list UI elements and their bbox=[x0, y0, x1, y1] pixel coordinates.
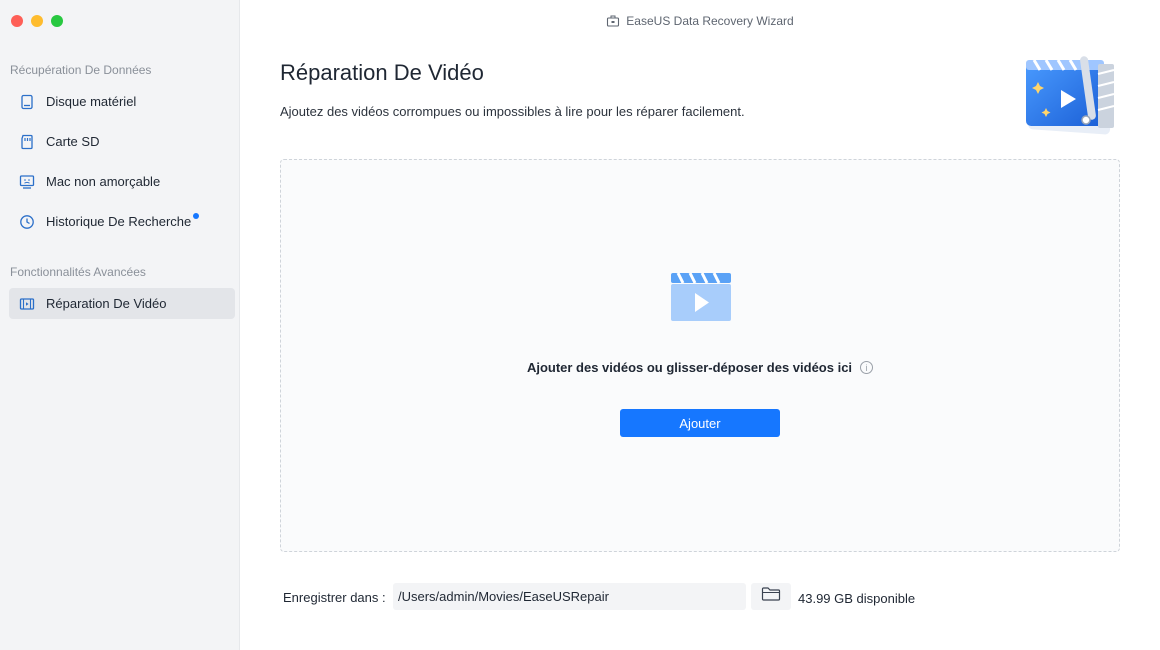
sidebar-item-sd-card[interactable]: Carte SD bbox=[9, 126, 235, 157]
save-location-label: Enregistrer dans : bbox=[283, 590, 386, 605]
browse-folder-button[interactable] bbox=[751, 583, 791, 610]
zoom-window-button[interactable] bbox=[51, 15, 63, 27]
free-space-text: 43.99 GB disponible bbox=[798, 591, 916, 606]
close-window-button[interactable] bbox=[11, 15, 23, 27]
sidebar-item-label: Disque matériel bbox=[46, 94, 137, 109]
sidebar-item-label: Carte SD bbox=[46, 134, 100, 149]
sidebar-item-label: Historique De Recherche bbox=[46, 214, 192, 229]
add-videos-button[interactable]: Ajouter bbox=[620, 409, 780, 437]
window-controls bbox=[11, 15, 63, 27]
sidebar-item-search-history[interactable]: Historique De Recherche bbox=[9, 206, 235, 237]
sidebar-item-label: Réparation De Vidéo bbox=[46, 296, 167, 311]
film-icon bbox=[18, 295, 36, 313]
save-path-field[interactable] bbox=[393, 583, 746, 610]
sidebar: Récupération De Données Disque matériel … bbox=[0, 0, 240, 650]
monitor-icon bbox=[18, 173, 36, 191]
app-window: Récupération De Données Disque matériel … bbox=[0, 0, 1160, 650]
drop-zone-text: Ajouter des vidéos ou glisser-déposer de… bbox=[526, 360, 853, 375]
sidebar-section-title-recovery: Récupération De Données bbox=[10, 63, 152, 77]
info-icon[interactable]: i bbox=[860, 361, 874, 375]
new-badge bbox=[193, 212, 200, 219]
history-icon bbox=[18, 213, 36, 231]
sidebar-item-video-repair[interactable]: Réparation De Vidéo bbox=[9, 288, 235, 319]
title-bar: EaseUS Data Recovery Wizard bbox=[240, 0, 1160, 42]
sidebar-item-unbootable-mac[interactable]: Mac non amorçable bbox=[9, 166, 235, 197]
video-repair-illustration-icon bbox=[1014, 46, 1120, 142]
window-title: EaseUS Data Recovery Wizard bbox=[626, 14, 794, 28]
sidebar-item-label: Mac non amorçable bbox=[46, 174, 161, 189]
drop-zone-instructions: Ajouter des vidéos ou glisser-déposer de… bbox=[281, 360, 1119, 375]
page-subtitle: Ajoutez des vidéos corrompues ou impossi… bbox=[280, 104, 745, 119]
minimize-window-button[interactable] bbox=[31, 15, 43, 27]
briefcase-icon bbox=[606, 14, 620, 28]
hard-drive-icon bbox=[18, 93, 36, 111]
sidebar-item-hard-drive[interactable]: Disque matériel bbox=[9, 86, 235, 117]
sd-card-icon bbox=[18, 133, 36, 151]
folder-icon bbox=[761, 586, 781, 607]
video-drop-zone[interactable]: Ajouter des vidéos ou glisser-déposer de… bbox=[280, 159, 1120, 552]
video-file-icon bbox=[670, 272, 732, 322]
page-title: Réparation De Vidéo bbox=[280, 60, 484, 85]
sidebar-section-title-advanced: Fonctionnalités Avancées bbox=[10, 265, 146, 279]
